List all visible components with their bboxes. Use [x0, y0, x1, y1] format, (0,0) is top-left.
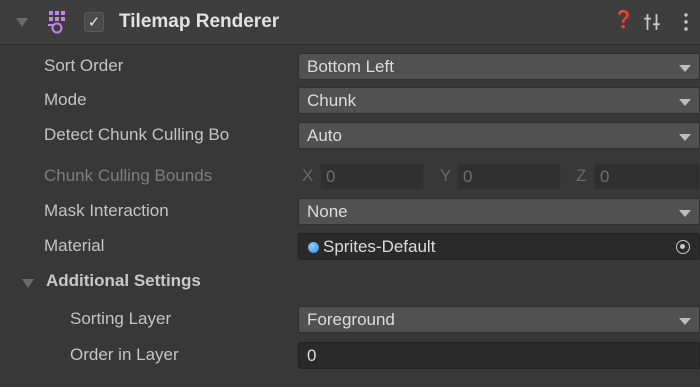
mode-dropdown[interactable]: Chunk	[298, 87, 700, 114]
material-value: Sprites-Default	[323, 237, 436, 256]
mask-interaction-row: Mask Interaction None	[0, 195, 700, 228]
material-row: Material Sprites-Default	[0, 230, 700, 263]
dropdown-arrow-icon	[679, 65, 691, 72]
mode-row: Mode Chunk	[0, 84, 700, 117]
bounds-x-field: 0	[320, 163, 424, 190]
detect-chunk-culling-label: Detect Chunk Culling Bo	[44, 125, 230, 144]
bounds-x-value: 0	[326, 167, 336, 186]
material-sphere-icon	[308, 242, 319, 253]
mode-value: Chunk	[307, 91, 357, 110]
detect-chunk-culling-dropdown[interactable]: Auto	[298, 122, 700, 149]
material-label: Material	[44, 236, 105, 255]
order-in-layer-label: Order in Layer	[70, 345, 179, 364]
material-object-field[interactable]: Sprites-Default	[298, 233, 700, 260]
dropdown-arrow-icon	[679, 99, 691, 106]
bounds-z-field: 0	[594, 163, 700, 190]
bounds-y-value: 0	[463, 167, 473, 186]
y-axis-label: Y	[440, 166, 452, 185]
chunk-culling-bounds-row: Chunk Culling Bounds X 0 Y 0 Z 0	[0, 160, 700, 193]
bounds-y-field: 0	[457, 163, 561, 190]
mask-interaction-label: Mask Interaction	[44, 201, 169, 220]
dropdown-arrow-icon	[679, 210, 691, 217]
detect-chunk-culling-value: Auto	[307, 126, 342, 145]
object-picker-icon[interactable]	[676, 240, 690, 254]
component-fold-arrow[interactable]	[16, 18, 28, 27]
component-header[interactable]: ✓ Tilemap Renderer ❓	[0, 0, 700, 45]
detect-chunk-culling-row: Detect Chunk Culling Bo Auto	[0, 119, 700, 152]
sorting-layer-row: Sorting Layer Foreground	[0, 303, 700, 336]
kebab-menu-icon[interactable]	[683, 13, 689, 31]
bounds-z-value: 0	[600, 167, 610, 186]
order-in-layer-input[interactable]: 0	[298, 342, 700, 369]
x-axis-label: X	[302, 166, 314, 185]
help-icon[interactable]: ❓	[613, 10, 634, 30]
component-title: Tilemap Renderer	[119, 11, 280, 32]
additional-settings-foldout[interactable]: Additional Settings	[0, 266, 700, 299]
sort-order-label: Sort Order	[44, 56, 124, 75]
sorting-layer-dropdown[interactable]: Foreground	[298, 306, 700, 333]
sort-order-row: Sort Order Bottom Left	[0, 50, 700, 83]
dropdown-arrow-icon	[679, 318, 691, 325]
presets-icon[interactable]	[643, 13, 661, 31]
sorting-layer-label: Sorting Layer	[70, 309, 172, 328]
sorting-layer-value: Foreground	[307, 310, 395, 329]
mask-interaction-value: None	[307, 202, 348, 221]
sort-order-dropdown[interactable]: Bottom Left	[298, 53, 700, 80]
foldout-arrow-icon[interactable]	[22, 279, 34, 288]
tilemap-renderer-icon	[48, 11, 65, 34]
component-enabled-checkbox[interactable]: ✓	[84, 12, 104, 32]
additional-settings-title: Additional Settings	[46, 271, 201, 290]
mode-label: Mode	[44, 90, 87, 109]
sort-order-value: Bottom Left	[307, 57, 394, 76]
chunk-culling-bounds-label: Chunk Culling Bounds	[44, 166, 213, 185]
order-in-layer-row: Order in Layer 0	[0, 339, 700, 372]
order-in-layer-value: 0	[307, 346, 317, 365]
mask-interaction-dropdown[interactable]: None	[298, 198, 700, 225]
dropdown-arrow-icon	[679, 134, 691, 141]
z-axis-label: Z	[576, 166, 587, 185]
